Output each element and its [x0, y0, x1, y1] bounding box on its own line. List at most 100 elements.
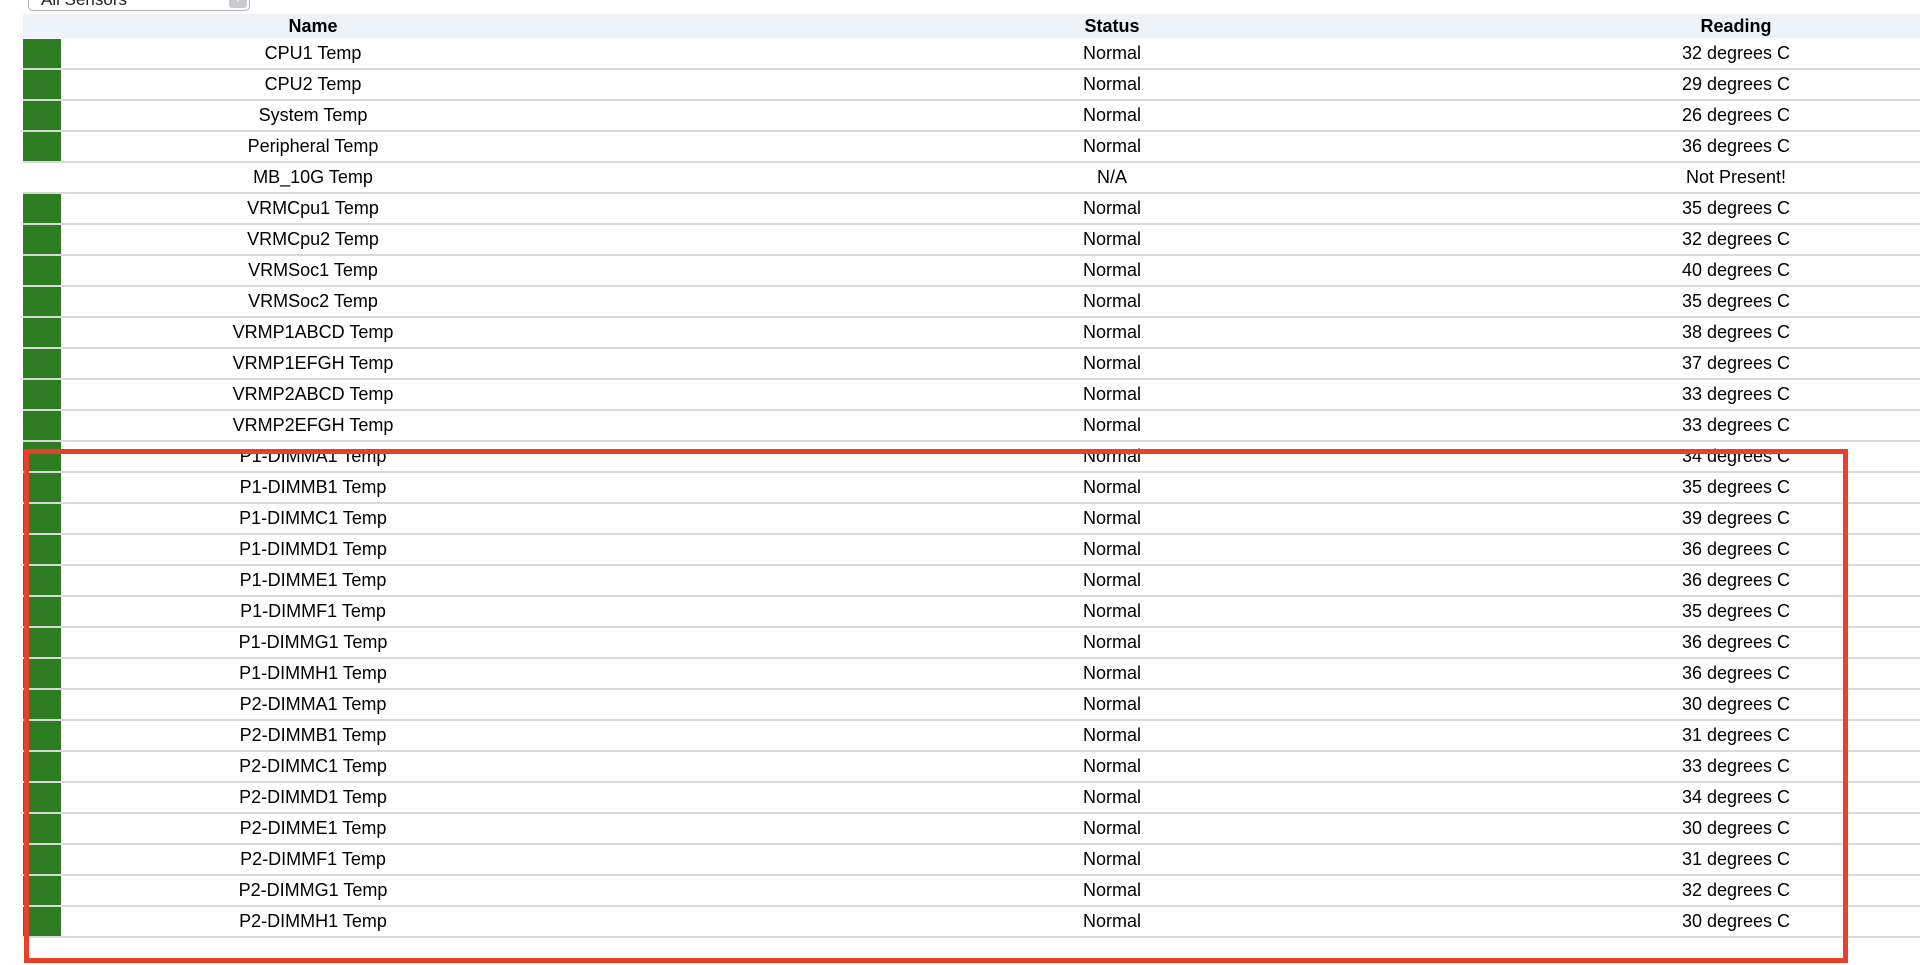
status-indicator: [23, 318, 61, 347]
table-row[interactable]: P1-DIMMA1 Temp Normal 34 degrees C: [23, 441, 1920, 473]
chevron-down-icon[interactable]: ▾: [229, 0, 247, 8]
sensor-name: P2-DIMMC1 Temp: [62, 751, 564, 783]
status-indicator: [23, 256, 61, 285]
status-indicator-cell: [23, 410, 62, 442]
status-indicator: [23, 287, 61, 316]
status-indicator-cell: [23, 689, 62, 721]
table-row[interactable]: P1-DIMME1 Temp Normal 36 degrees C: [23, 565, 1920, 597]
table-row[interactable]: P2-DIMMB1 Temp Normal 31 degrees C: [23, 720, 1920, 752]
sensor-status: Normal: [564, 224, 1660, 256]
sensor-name: VRMP1ABCD Temp: [62, 317, 564, 349]
table-row[interactable]: System Temp Normal 26 degrees C: [23, 100, 1920, 132]
sensor-name: VRMP1EFGH Temp: [62, 348, 564, 380]
status-indicator-cell: [23, 286, 62, 318]
sensor-reading: 36 degrees C: [1681, 632, 1791, 652]
sensor-reading-cell: 37 degrees C: [1660, 348, 1920, 380]
sensor-reading: 34 degrees C: [1681, 446, 1791, 466]
sensor-filter-value: All Sensors: [41, 0, 127, 10]
sensor-reading-cell: 33 degrees C: [1660, 410, 1920, 442]
table-row[interactable]: VRMP1ABCD Temp Normal 38 degrees C: [23, 317, 1920, 349]
sensor-status: Normal: [564, 348, 1660, 380]
sensor-readings-page: All Sensors ▾ Name Status Reading CPU1 T…: [0, 0, 1920, 965]
status-indicator: [23, 814, 61, 843]
sensor-name: P1-DIMMC1 Temp: [62, 503, 564, 535]
status-indicator-cell: [23, 193, 62, 225]
table-row[interactable]: VRMP2ABCD Temp Normal 33 degrees C: [23, 379, 1920, 411]
sensor-name: P1-DIMMB1 Temp: [62, 472, 564, 504]
table-row[interactable]: P1-DIMMB1 Temp Normal 35 degrees C: [23, 472, 1920, 504]
sensor-reading: 33 degrees C: [1681, 384, 1791, 404]
column-header-reading-label: Reading: [1700, 15, 1772, 36]
sensor-status: Normal: [564, 131, 1660, 163]
sensor-status: Normal: [564, 379, 1660, 411]
table-row[interactable]: P2-DIMMC1 Temp Normal 33 degrees C: [23, 751, 1920, 783]
table-row[interactable]: P2-DIMMF1 Temp Normal 31 degrees C: [23, 844, 1920, 876]
table-row[interactable]: MB_10G Temp N/A Not Present!: [23, 162, 1920, 194]
sensor-name: System Temp: [62, 100, 564, 132]
sensor-reading: 31 degrees C: [1681, 849, 1791, 869]
status-indicator: [23, 721, 61, 750]
table-row[interactable]: P2-DIMMD1 Temp Normal 34 degrees C: [23, 782, 1920, 814]
table-row[interactable]: P1-DIMMG1 Temp Normal 36 degrees C: [23, 627, 1920, 659]
table-row[interactable]: P2-DIMMA1 Temp Normal 30 degrees C: [23, 689, 1920, 721]
table-row[interactable]: VRMCpu2 Temp Normal 32 degrees C: [23, 224, 1920, 256]
status-indicator: [23, 783, 61, 812]
table-row[interactable]: P2-DIMMH1 Temp Normal 30 degrees C: [23, 906, 1920, 938]
sensor-status: Normal: [564, 689, 1660, 721]
sensor-name: P1-DIMMH1 Temp: [62, 658, 564, 690]
table-row[interactable]: VRMCpu1 Temp Normal 35 degrees C: [23, 193, 1920, 225]
table-row[interactable]: P2-DIMME1 Temp Normal 30 degrees C: [23, 813, 1920, 845]
table-row[interactable]: P1-DIMMF1 Temp Normal 35 degrees C: [23, 596, 1920, 628]
sensor-name: P2-DIMMG1 Temp: [62, 875, 564, 907]
table-row[interactable]: Peripheral Temp Normal 36 degrees C: [23, 131, 1920, 163]
sensor-reading-cell: 35 degrees C: [1660, 596, 1920, 628]
sensor-reading: 33 degrees C: [1681, 756, 1791, 776]
sensor-reading: 32 degrees C: [1681, 42, 1791, 63]
sensor-reading-cell: 36 degrees C: [1660, 627, 1920, 659]
table-row[interactable]: P1-DIMMH1 Temp Normal 36 degrees C: [23, 658, 1920, 690]
status-indicator: [23, 752, 61, 781]
sensor-status: Normal: [564, 69, 1660, 101]
status-indicator-cell: [23, 131, 62, 163]
sensor-reading: 39 degrees C: [1681, 508, 1791, 528]
table-row[interactable]: VRMP2EFGH Temp Normal 33 degrees C: [23, 410, 1920, 442]
status-indicator: [23, 907, 61, 936]
sensor-reading-cell: 38 degrees C: [1660, 317, 1920, 349]
sensor-reading: 36 degrees C: [1681, 570, 1791, 590]
sensor-reading-cell: 26 degrees C: [1660, 100, 1920, 132]
table-header-row: Name Status Reading: [23, 14, 1920, 38]
sensor-name: VRMCpu1 Temp: [62, 193, 564, 225]
sensor-filter-select[interactable]: All Sensors ▾: [28, 0, 250, 11]
sensor-reading-cell: 36 degrees C: [1660, 565, 1920, 597]
table-row[interactable]: P1-DIMMC1 Temp Normal 39 degrees C: [23, 503, 1920, 535]
sensor-reading: 35 degrees C: [1681, 198, 1791, 218]
sensor-table: Name Status Reading CPU1 Temp Normal 32 de…: [23, 14, 1920, 938]
header-indicator: [23, 14, 62, 38]
column-header-status[interactable]: Status: [564, 14, 1660, 38]
column-header-reading[interactable]: Reading: [1660, 14, 1920, 38]
sensor-reading-cell: 32 degrees C: [1660, 875, 1920, 907]
status-indicator-cell: [23, 875, 62, 907]
table-row[interactable]: VRMSoc1 Temp Normal 40 degrees C: [23, 255, 1920, 287]
sensor-reading-cell: 30 degrees C: [1660, 813, 1920, 845]
sensor-reading-cell: 36 degrees C: [1660, 534, 1920, 566]
status-indicator: [23, 101, 61, 130]
status-indicator-cell: [23, 534, 62, 566]
sensor-reading: 36 degrees C: [1681, 136, 1791, 156]
table-row[interactable]: P2-DIMMG1 Temp Normal 32 degrees C: [23, 875, 1920, 907]
table-row[interactable]: VRMSoc2 Temp Normal 35 degrees C: [23, 286, 1920, 318]
status-indicator-cell: [23, 379, 62, 411]
column-header-name[interactable]: Name: [62, 14, 564, 38]
table-row[interactable]: CPU1 Temp Normal 32 degrees C: [23, 38, 1920, 70]
table-row[interactable]: VRMP1EFGH Temp Normal 37 degrees C: [23, 348, 1920, 380]
sensor-reading: 35 degrees C: [1681, 601, 1791, 621]
table-row[interactable]: P1-DIMMD1 Temp Normal 36 degrees C: [23, 534, 1920, 566]
status-indicator: [23, 876, 61, 905]
table-row[interactable]: CPU2 Temp Normal 29 degrees C: [23, 69, 1920, 101]
sensor-status: Normal: [564, 906, 1660, 938]
sensor-status: Normal: [564, 813, 1660, 845]
sensor-status: Normal: [564, 286, 1660, 318]
sensor-reading: 35 degrees C: [1681, 477, 1791, 497]
status-indicator: [23, 504, 61, 533]
status-indicator-cell: [23, 782, 62, 814]
